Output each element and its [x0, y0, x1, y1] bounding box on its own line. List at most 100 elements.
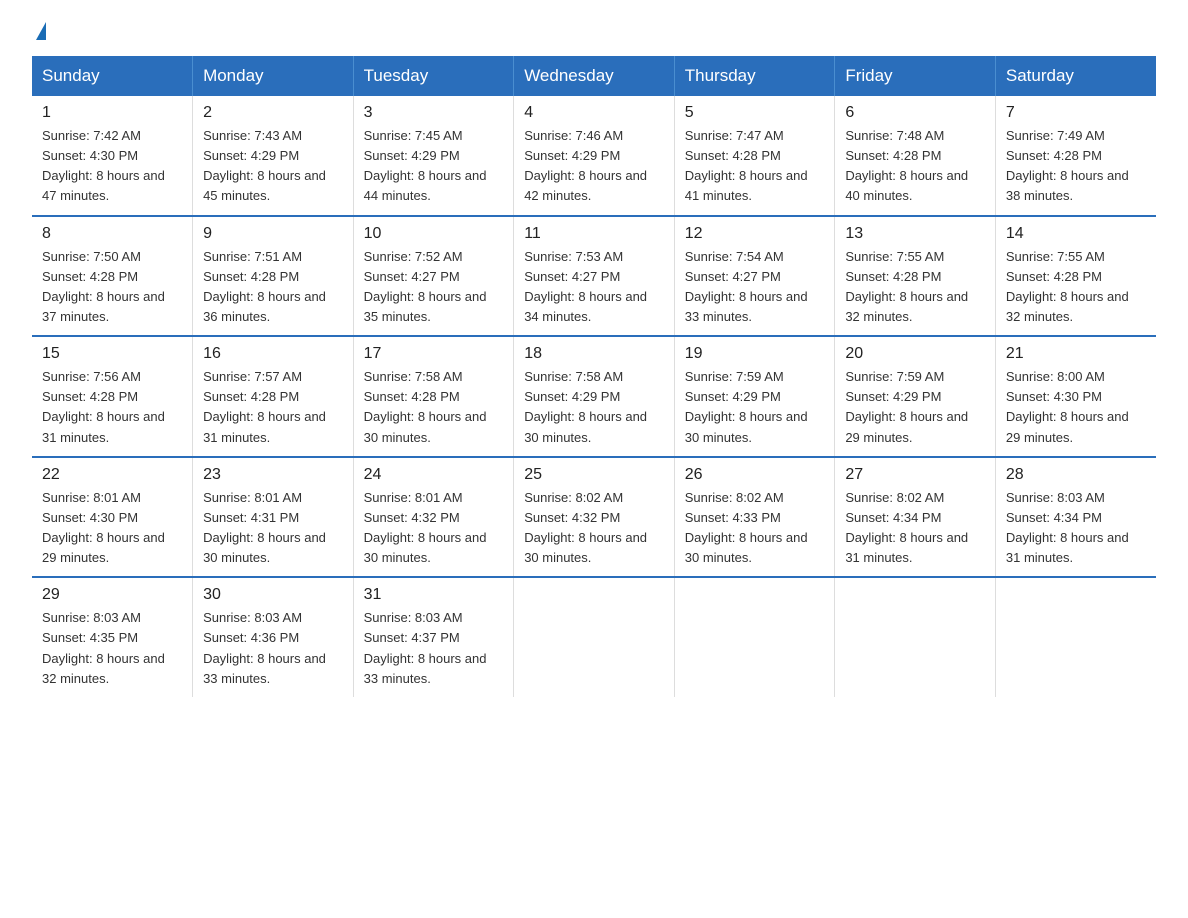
day-info: Sunrise: 7:57 AMSunset: 4:28 PMDaylight:… [203, 369, 326, 444]
calendar-day-cell: 19 Sunrise: 7:59 AMSunset: 4:29 PMDayligh… [674, 336, 835, 457]
day-info: Sunrise: 8:01 AMSunset: 4:31 PMDaylight:… [203, 490, 326, 565]
day-info: Sunrise: 7:48 AMSunset: 4:28 PMDaylight:… [845, 128, 968, 203]
day-number: 15 [42, 345, 182, 363]
calendar-day-cell: 17 Sunrise: 7:58 AMSunset: 4:28 PMDayligh… [353, 336, 514, 457]
logo-triangle-icon [36, 22, 46, 40]
calendar-day-cell [835, 577, 996, 697]
day-info: Sunrise: 8:03 AMSunset: 4:35 PMDaylight:… [42, 610, 165, 685]
day-number: 31 [364, 586, 504, 604]
day-info: Sunrise: 7:55 AMSunset: 4:28 PMDaylight:… [845, 249, 968, 324]
day-number: 24 [364, 466, 504, 484]
weekday-header-monday: Monday [193, 56, 354, 96]
day-info: Sunrise: 8:02 AMSunset: 4:34 PMDaylight:… [845, 490, 968, 565]
calendar-day-cell: 15Sunrise: 7:56 AMSunset: 4:28 PMDayligh… [32, 336, 193, 457]
day-number: 20 [845, 345, 985, 363]
weekday-header-sunday: Sunday [32, 56, 193, 96]
calendar-day-cell: 31 Sunrise: 8:03 AMSunset: 4:37 PMDayligh… [353, 577, 514, 697]
calendar-week-row: 8 Sunrise: 7:50 AMSunset: 4:28 PMDaylight… [32, 216, 1156, 337]
day-number: 4 [524, 104, 664, 122]
day-number: 26 [685, 466, 825, 484]
calendar-week-row: 1 Sunrise: 7:42 AMSunset: 4:30 PMDaylight… [32, 96, 1156, 216]
day-info: Sunrise: 7:52 AMSunset: 4:27 PMDaylight:… [364, 249, 487, 324]
day-info: Sunrise: 8:00 AMSunset: 4:30 PMDaylight:… [1006, 369, 1129, 444]
day-info: Sunrise: 7:59 AMSunset: 4:29 PMDaylight:… [845, 369, 968, 444]
calendar-day-cell [995, 577, 1156, 697]
day-info: Sunrise: 7:55 AMSunset: 4:28 PMDaylight:… [1006, 249, 1129, 324]
calendar-day-cell: 9 Sunrise: 7:51 AMSunset: 4:28 PMDaylight… [193, 216, 354, 337]
calendar-table: SundayMondayTuesdayWednesdayThursdayFrid… [32, 56, 1156, 697]
calendar-day-cell: 28 Sunrise: 8:03 AMSunset: 4:34 PMDayligh… [995, 457, 1156, 578]
calendar-week-row: 15Sunrise: 7:56 AMSunset: 4:28 PMDayligh… [32, 336, 1156, 457]
day-number: 17 [364, 345, 504, 363]
calendar-day-cell: 12Sunrise: 7:54 AMSunset: 4:27 PMDayligh… [674, 216, 835, 337]
calendar-body: 1 Sunrise: 7:42 AMSunset: 4:30 PMDaylight… [32, 96, 1156, 697]
logo [32, 24, 46, 36]
day-number: 28 [1006, 466, 1146, 484]
calendar-day-cell [514, 577, 675, 697]
calendar-day-cell: 24 Sunrise: 8:01 AMSunset: 4:32 PMDayligh… [353, 457, 514, 578]
day-number: 13 [845, 225, 985, 243]
calendar-day-cell: 4 Sunrise: 7:46 AMSunset: 4:29 PMDaylight… [514, 96, 675, 216]
weekday-header-row: SundayMondayTuesdayWednesdayThursdayFrid… [32, 56, 1156, 96]
page-header [32, 24, 1156, 36]
day-info: Sunrise: 7:42 AMSunset: 4:30 PMDaylight:… [42, 128, 165, 203]
day-number: 7 [1006, 104, 1146, 122]
calendar-week-row: 29Sunrise: 8:03 AMSunset: 4:35 PMDayligh… [32, 577, 1156, 697]
calendar-day-cell: 7 Sunrise: 7:49 AMSunset: 4:28 PMDaylight… [995, 96, 1156, 216]
weekday-header-thursday: Thursday [674, 56, 835, 96]
calendar-day-cell: 22 Sunrise: 8:01 AMSunset: 4:30 PMDayligh… [32, 457, 193, 578]
day-info: Sunrise: 7:47 AMSunset: 4:28 PMDaylight:… [685, 128, 808, 203]
calendar-day-cell: 1 Sunrise: 7:42 AMSunset: 4:30 PMDaylight… [32, 96, 193, 216]
day-info: Sunrise: 8:03 AMSunset: 4:36 PMDaylight:… [203, 610, 326, 685]
day-number: 27 [845, 466, 985, 484]
day-number: 19 [685, 345, 825, 363]
calendar-day-cell: 3 Sunrise: 7:45 AMSunset: 4:29 PMDaylight… [353, 96, 514, 216]
calendar-day-cell: 23 Sunrise: 8:01 AMSunset: 4:31 PMDayligh… [193, 457, 354, 578]
day-number: 30 [203, 586, 343, 604]
day-number: 10 [364, 225, 504, 243]
day-info: Sunrise: 7:58 AMSunset: 4:29 PMDaylight:… [524, 369, 647, 444]
day-info: Sunrise: 8:03 AMSunset: 4:34 PMDaylight:… [1006, 490, 1129, 565]
day-number: 23 [203, 466, 343, 484]
day-number: 25 [524, 466, 664, 484]
day-number: 9 [203, 225, 343, 243]
calendar-header: SundayMondayTuesdayWednesdayThursdayFrid… [32, 56, 1156, 96]
day-info: Sunrise: 7:58 AMSunset: 4:28 PMDaylight:… [364, 369, 487, 444]
day-number: 3 [364, 104, 504, 122]
calendar-day-cell: 29Sunrise: 8:03 AMSunset: 4:35 PMDayligh… [32, 577, 193, 697]
day-info: Sunrise: 7:50 AMSunset: 4:28 PMDaylight:… [42, 249, 165, 324]
day-info: Sunrise: 8:03 AMSunset: 4:37 PMDaylight:… [364, 610, 487, 685]
day-info: Sunrise: 7:45 AMSunset: 4:29 PMDaylight:… [364, 128, 487, 203]
calendar-day-cell: 21Sunrise: 8:00 AMSunset: 4:30 PMDayligh… [995, 336, 1156, 457]
day-info: Sunrise: 8:01 AMSunset: 4:32 PMDaylight:… [364, 490, 487, 565]
day-info: Sunrise: 7:46 AMSunset: 4:29 PMDaylight:… [524, 128, 647, 203]
day-number: 16 [203, 345, 343, 363]
day-info: Sunrise: 7:43 AMSunset: 4:29 PMDaylight:… [203, 128, 326, 203]
day-info: Sunrise: 8:02 AMSunset: 4:33 PMDaylight:… [685, 490, 808, 565]
day-info: Sunrise: 7:59 AMSunset: 4:29 PMDaylight:… [685, 369, 808, 444]
calendar-day-cell: 26 Sunrise: 8:02 AMSunset: 4:33 PMDayligh… [674, 457, 835, 578]
calendar-day-cell: 30 Sunrise: 8:03 AMSunset: 4:36 PMDayligh… [193, 577, 354, 697]
calendar-day-cell: 2 Sunrise: 7:43 AMSunset: 4:29 PMDaylight… [193, 96, 354, 216]
day-info: Sunrise: 7:51 AMSunset: 4:28 PMDaylight:… [203, 249, 326, 324]
calendar-day-cell: 25Sunrise: 8:02 AMSunset: 4:32 PMDayligh… [514, 457, 675, 578]
calendar-week-row: 22 Sunrise: 8:01 AMSunset: 4:30 PMDayligh… [32, 457, 1156, 578]
calendar-day-cell: 6 Sunrise: 7:48 AMSunset: 4:28 PMDaylight… [835, 96, 996, 216]
day-info: Sunrise: 8:01 AMSunset: 4:30 PMDaylight:… [42, 490, 165, 565]
day-info: Sunrise: 7:53 AMSunset: 4:27 PMDaylight:… [524, 249, 647, 324]
day-number: 1 [42, 104, 182, 122]
day-number: 18 [524, 345, 664, 363]
day-number: 8 [42, 225, 182, 243]
day-number: 12 [685, 225, 825, 243]
calendar-day-cell: 16 Sunrise: 7:57 AMSunset: 4:28 PMDayligh… [193, 336, 354, 457]
calendar-day-cell: 14 Sunrise: 7:55 AMSunset: 4:28 PMDayligh… [995, 216, 1156, 337]
calendar-day-cell: 18 Sunrise: 7:58 AMSunset: 4:29 PMDayligh… [514, 336, 675, 457]
calendar-day-cell: 10 Sunrise: 7:52 AMSunset: 4:27 PMDayligh… [353, 216, 514, 337]
day-number: 6 [845, 104, 985, 122]
weekday-header-saturday: Saturday [995, 56, 1156, 96]
day-info: Sunrise: 7:49 AMSunset: 4:28 PMDaylight:… [1006, 128, 1129, 203]
day-number: 2 [203, 104, 343, 122]
day-number: 22 [42, 466, 182, 484]
day-number: 14 [1006, 225, 1146, 243]
calendar-day-cell: 27 Sunrise: 8:02 AMSunset: 4:34 PMDayligh… [835, 457, 996, 578]
